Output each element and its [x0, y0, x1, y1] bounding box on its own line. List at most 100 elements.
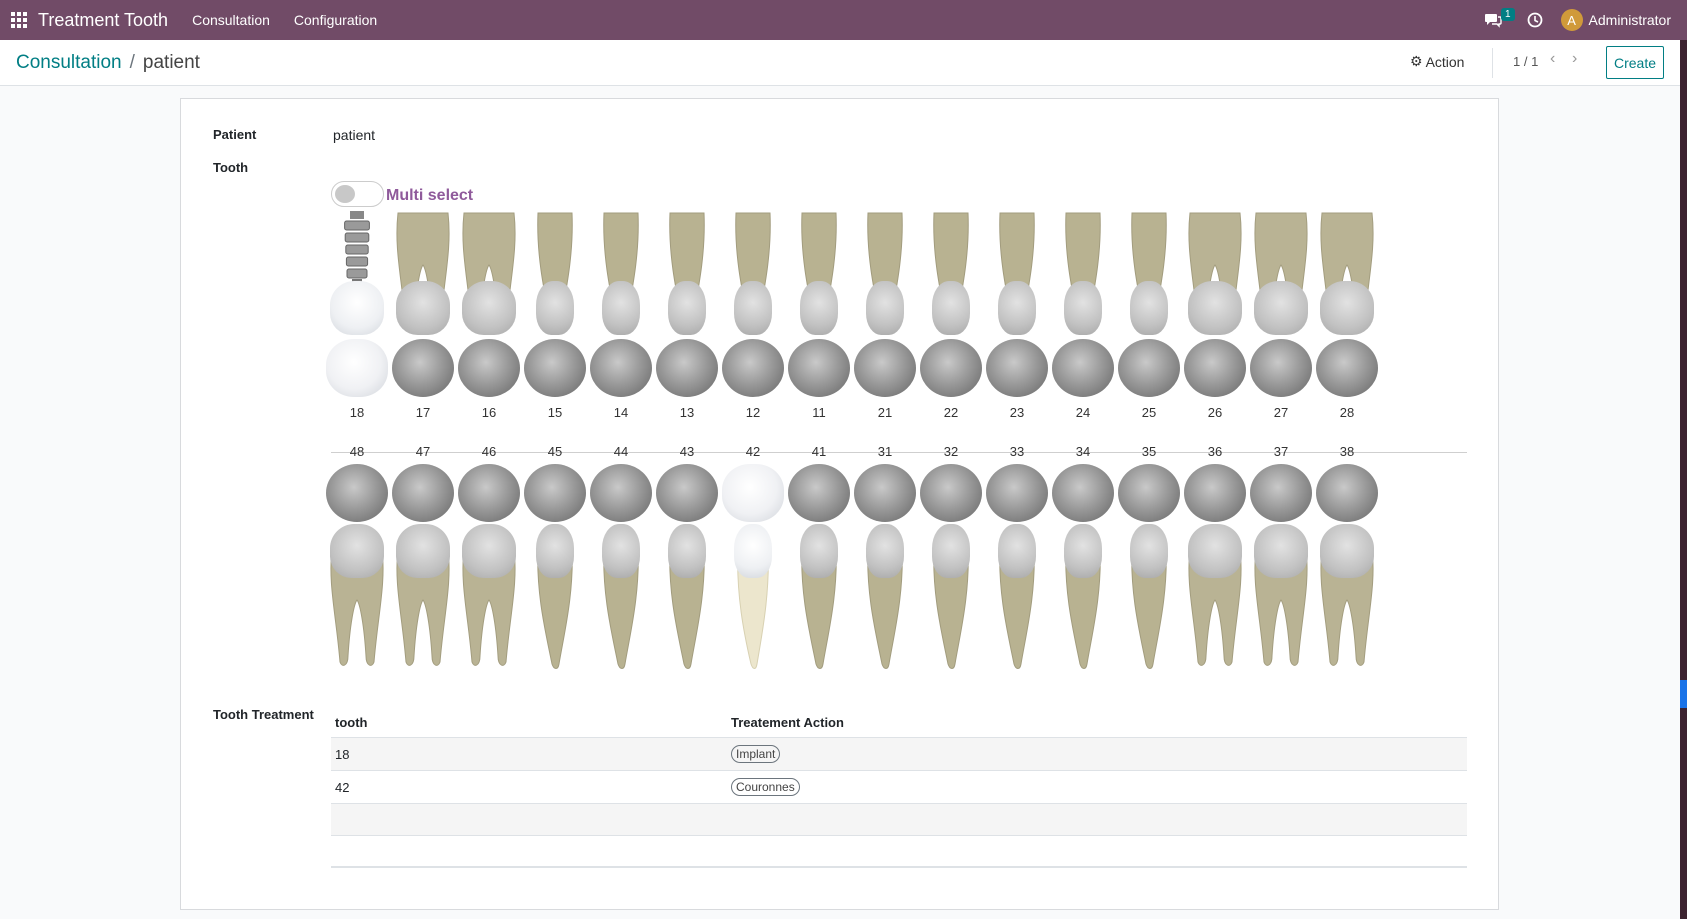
- breadcrumb-consultation-link[interactable]: Consultation: [16, 52, 122, 74]
- tooth-crown: [1064, 281, 1102, 335]
- tooth-number: 42: [745, 444, 761, 459]
- tooth-number: 23: [1009, 405, 1025, 420]
- tooth-crown: [1320, 524, 1374, 578]
- window-edge: [1680, 40, 1687, 919]
- gear-icon: ⚙: [1410, 53, 1423, 69]
- tooth-number: 11: [812, 405, 826, 420]
- tooth-number: 14: [613, 405, 629, 420]
- menu-configuration[interactable]: Configuration: [294, 12, 377, 28]
- control-panel: Consultation / patient ⚙ Action 1 / 1 ‹ …: [0, 40, 1687, 86]
- tooth-number: 41: [811, 444, 827, 459]
- tooth-number: 25: [1141, 405, 1157, 420]
- tooth-occlusal: [590, 339, 652, 397]
- apps-menu-icon[interactable]: [0, 0, 38, 40]
- tooth-occlusal: [524, 464, 586, 522]
- tooth-number: 37: [1273, 444, 1289, 459]
- table-header: tooth Treatement Action: [331, 706, 1467, 738]
- create-button[interactable]: Create: [1606, 46, 1664, 79]
- tooth-crown: [396, 281, 450, 335]
- tooth-crown: [866, 281, 904, 335]
- user-avatar[interactable]: A: [1560, 9, 1583, 31]
- message-count-badge: 1: [1500, 8, 1515, 21]
- tooth-crown: [800, 281, 838, 335]
- multi-select-label[interactable]: Multi select: [386, 187, 473, 205]
- tooth-number: 26: [1207, 405, 1223, 420]
- action-menu-button[interactable]: ⚙ Action: [1410, 53, 1464, 70]
- tooth-number: 27: [1273, 405, 1289, 420]
- tooth-number: 35: [1141, 444, 1157, 459]
- tooth-number: 17: [415, 405, 431, 420]
- chevron-left-icon[interactable]: ‹: [1550, 50, 1555, 68]
- user-name[interactable]: Administrator: [1589, 12, 1671, 28]
- tooth-crown: [800, 524, 838, 578]
- row-tooth: 42: [335, 780, 350, 795]
- tooth-crown: [462, 281, 516, 335]
- column-header-tooth[interactable]: tooth: [335, 715, 367, 730]
- tooth-occlusal: [392, 339, 454, 397]
- tooth-label: Tooth: [213, 160, 249, 175]
- tooth-treatment-label: Tooth Treatment: [213, 707, 314, 722]
- tooth-number: 34: [1075, 444, 1091, 459]
- tooth-crown: [1064, 524, 1102, 578]
- tooth-crown: [1188, 281, 1242, 335]
- tooth-occlusal: [920, 339, 982, 397]
- tooth-number: 18: [349, 405, 365, 420]
- tooth-crown: [330, 281, 384, 335]
- chevron-right-icon[interactable]: ›: [1572, 50, 1577, 68]
- patient-label: Patient: [213, 127, 257, 142]
- column-header-action[interactable]: Treatement Action: [731, 715, 844, 730]
- tooth-crown: [734, 524, 772, 578]
- action-tag: Implant: [731, 745, 781, 763]
- toolbar-divider: [1492, 48, 1493, 78]
- tooth-occlusal: [920, 464, 982, 522]
- tooth-crown: [932, 524, 970, 578]
- tooth-crown: [668, 524, 706, 578]
- tooth-occlusal: [986, 339, 1048, 397]
- tooth-number: 28: [1339, 405, 1355, 420]
- tooth-crown: [1254, 524, 1308, 578]
- multi-select-toggle[interactable]: [331, 181, 384, 207]
- tooth-number: 21: [877, 405, 893, 420]
- table-row[interactable]: 42 Couronnes: [331, 771, 1467, 804]
- scrollbar-thumb[interactable]: [1680, 680, 1687, 708]
- tooth-number: 32: [943, 444, 959, 459]
- tooth-number: 44: [613, 444, 629, 459]
- tooth-number: 45: [547, 444, 563, 459]
- tooth-occlusal: [1118, 339, 1180, 397]
- tooth-number: 43: [679, 444, 695, 459]
- tooth-number: 36: [1207, 444, 1223, 459]
- empty-row: [331, 836, 1467, 868]
- tooth-number: 33: [1009, 444, 1025, 459]
- tooth-occlusal: [1184, 464, 1246, 522]
- tooth-treatment-table: tooth Treatement Action 18 Implant 42 Co…: [331, 706, 1467, 868]
- table-row[interactable]: 18 Implant: [331, 738, 1467, 771]
- tooth-crown: [866, 524, 904, 578]
- tooth-occlusal: [524, 339, 586, 397]
- tooth-crown: [330, 524, 384, 578]
- activity-clock-icon[interactable]: [1519, 0, 1551, 40]
- tooth-crown: [396, 524, 450, 578]
- tooth-occlusal: [590, 464, 652, 522]
- tooth-crown: [1130, 281, 1168, 335]
- tooth-occlusal: [1316, 464, 1378, 522]
- tooth-occlusal: [656, 339, 718, 397]
- breadcrumb-current: patient: [142, 51, 200, 73]
- pager-value[interactable]: 1 / 1: [1513, 54, 1538, 69]
- messaging-icon[interactable]: 1: [1477, 0, 1515, 40]
- app-name[interactable]: Treatment Tooth: [38, 10, 168, 31]
- menu-consultation[interactable]: Consultation: [192, 12, 270, 28]
- row-action: Implant: [731, 745, 781, 765]
- tooth-occlusal: [854, 339, 916, 397]
- action-label: Action: [1425, 53, 1465, 70]
- tooth-occlusal: [1250, 339, 1312, 397]
- patient-field[interactable]: patient: [333, 127, 375, 143]
- tooth-occlusal: [326, 464, 388, 522]
- form-sheet: Patient patient Tooth Multi select Tooth…: [180, 98, 1499, 910]
- breadcrumb: Consultation / patient: [16, 52, 200, 74]
- breadcrumb-separator: /: [129, 51, 135, 73]
- tooth-occlusal: [656, 464, 718, 522]
- row-tooth: 18: [335, 747, 350, 762]
- empty-row: [331, 804, 1467, 836]
- tooth-occlusal: [1052, 464, 1114, 522]
- tooth-occlusal: [458, 339, 520, 397]
